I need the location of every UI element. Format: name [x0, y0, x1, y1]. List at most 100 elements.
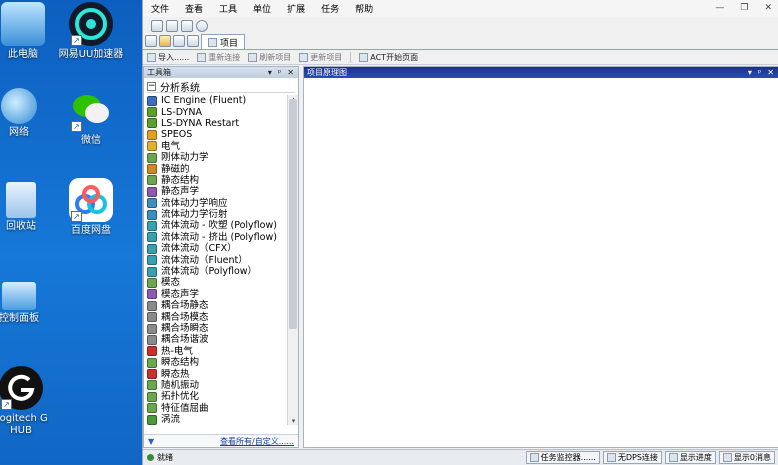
reconnect-button[interactable]: 重新连接	[197, 52, 240, 63]
desktop-icon-logitech-g-hub[interactable]: ↗ Logitech G HUB	[0, 366, 56, 437]
list-item[interactable]: 随机振动	[147, 380, 287, 391]
list-item[interactable]: 瞬态热	[147, 368, 287, 380]
save-as-icon[interactable]	[181, 19, 193, 32]
list-item-label: 耦合场谐波	[161, 334, 209, 346]
list-item[interactable]: 流体流动（CFX）	[147, 243, 287, 254]
desktop-icon-baidu-netdisk[interactable]: ↗ 百度网盘	[56, 178, 126, 237]
list-item[interactable]: 热-电气	[147, 346, 287, 357]
save-icon[interactable]	[166, 19, 178, 32]
pin-icon[interactable]: ▾	[748, 68, 752, 77]
list-item[interactable]: 拓扑优化	[147, 391, 287, 402]
list-item[interactable]: 耦合场模态	[147, 311, 287, 323]
scroll-thumb[interactable]	[289, 99, 297, 329]
save-project-icon[interactable]	[173, 35, 185, 47]
desktop-icon-recycle-bin[interactable]: 回收站	[0, 182, 56, 233]
menu-view[interactable]: 查看	[183, 1, 205, 16]
import-button[interactable]: 导入......	[147, 52, 189, 63]
list-item[interactable]: 刚体动力学	[147, 152, 287, 163]
auto-hide-icon[interactable]: ᵖ	[278, 68, 281, 77]
grid-icon	[359, 52, 369, 62]
control-panel-icon	[2, 282, 36, 310]
desktop-icon-this-pc[interactable]: 此电脑	[0, 2, 58, 61]
open-icon[interactable]	[159, 35, 171, 47]
analysis-system-icon	[147, 312, 157, 323]
panel-close-icon[interactable]: ✕	[767, 68, 774, 77]
collapse-icon[interactable]: −	[147, 81, 156, 91]
window-controls: — ❐ ✕	[715, 3, 772, 13]
menu-file[interactable]: 文件	[149, 1, 171, 16]
close-icon[interactable]: ✕	[764, 3, 772, 13]
restore-icon[interactable]: ❐	[740, 3, 748, 13]
job-monitor-button[interactable]: 任务监控器......	[525, 451, 600, 464]
list-item[interactable]: 流体流动（Fluent）	[147, 254, 287, 266]
list-item[interactable]: LS-DYNA Restart	[147, 118, 287, 129]
archive-icon[interactable]	[187, 35, 199, 47]
list-item[interactable]: 流体动力学衍射	[147, 209, 287, 220]
analysis-system-icon	[147, 220, 157, 231]
filter-icon[interactable]: ▼	[148, 437, 154, 446]
desktop-icon-uu-booster[interactable]: ↗ 网易UU加速器	[56, 2, 126, 61]
update-project-button[interactable]: 更新项目	[299, 52, 342, 63]
list-item[interactable]: 电气	[147, 141, 287, 152]
network-globe-icon	[1, 88, 37, 124]
dps-icon	[606, 453, 616, 462]
analysis-system-icon	[147, 289, 157, 300]
menu-tools[interactable]: 工具	[217, 1, 239, 16]
group-analysis-systems[interactable]: − 分析系统	[147, 80, 295, 94]
refresh-project-button[interactable]: 刷新项目	[248, 52, 291, 63]
list-item[interactable]: 流体流动 - 挤出 (Polyflow)	[147, 232, 287, 243]
dps-connection-button[interactable]: 无DPS连接	[602, 451, 662, 464]
list-item[interactable]: 耦合场静态	[147, 300, 287, 311]
list-item[interactable]: 模态声学	[147, 289, 287, 300]
list-item[interactable]: 静态结构	[147, 175, 287, 186]
analysis-system-icon	[147, 300, 157, 311]
toolbox-scrollbar[interactable]: ▴ ▾	[287, 95, 298, 425]
list-item[interactable]: LS-DYNA	[147, 106, 287, 118]
desktop-icon-wechat[interactable]: ↗ 微信	[56, 88, 126, 147]
view-all-customize-link[interactable]: 查看所有/自定义......	[220, 436, 294, 447]
settings-icon[interactable]	[196, 19, 208, 32]
list-item[interactable]: 静磁的	[147, 163, 287, 175]
show-progress-button[interactable]: 显示进度	[664, 451, 716, 464]
pin-icon[interactable]: ▾	[268, 68, 272, 77]
list-item[interactable]: 流体流动 - 吹塑 (Polyflow)	[147, 220, 287, 231]
shortcut-arrow-icon: ↗	[71, 121, 82, 132]
tab-project[interactable]: 项目	[201, 34, 246, 49]
new-project-icon[interactable]	[151, 19, 163, 32]
menu-help[interactable]: 帮助	[353, 1, 375, 16]
desktop-icon-network[interactable]: 网络	[0, 88, 54, 139]
list-item[interactable]: 瞬态结构	[147, 357, 287, 368]
menu-jobs[interactable]: 任务	[319, 1, 341, 16]
analysis-system-icon	[147, 95, 157, 106]
list-item[interactable]: 模态	[147, 277, 287, 288]
list-item[interactable]: 静态声学	[147, 186, 287, 197]
analysis-system-icon	[147, 243, 157, 254]
show-messages-button[interactable]: 显示0消息	[718, 451, 775, 464]
analysis-system-icon	[147, 266, 157, 277]
list-item[interactable]: 流体流动（Polyflow）	[147, 266, 287, 277]
analysis-system-icon	[147, 334, 157, 345]
list-item[interactable]: 耦合场谐波	[147, 334, 287, 345]
panel-close-icon[interactable]: ✕	[287, 68, 294, 77]
list-item[interactable]: 耦合场瞬态	[147, 323, 287, 334]
workbench-window: 文件 查看 工具 单位 扩展 任务 帮助 — ❐ ✕ 项目 导入...... 重…	[142, 0, 778, 465]
menu-extensions[interactable]: 扩展	[285, 1, 307, 16]
list-item[interactable]: SPEOS	[147, 129, 287, 140]
menu-units[interactable]: 单位	[251, 1, 273, 16]
toolbar-separator	[350, 51, 352, 63]
list-item[interactable]: 特征值屈曲	[147, 403, 287, 414]
list-item[interactable]: 流体动力学响应	[147, 198, 287, 209]
analysis-system-icon	[147, 403, 157, 414]
uu-booster-icon: ↗	[69, 2, 113, 46]
minimize-icon[interactable]: —	[715, 3, 724, 13]
list-item[interactable]: IC Engine (Fluent)	[147, 95, 287, 106]
project-schematic-panel[interactable]: 项目原理图 ▾ ᵖ ✕	[303, 66, 778, 448]
refresh-icon	[248, 52, 258, 62]
analysis-system-icon	[147, 232, 157, 243]
scroll-down-icon[interactable]: ▾	[289, 417, 298, 425]
list-item[interactable]: 涡流	[147, 414, 287, 425]
act-start-page-button[interactable]: ACT开始页面	[359, 52, 418, 63]
desktop-icon-control-panel[interactable]: 控制面板	[0, 282, 54, 325]
auto-hide-icon[interactable]: ᵖ	[758, 68, 761, 77]
new-icon[interactable]	[145, 35, 157, 47]
